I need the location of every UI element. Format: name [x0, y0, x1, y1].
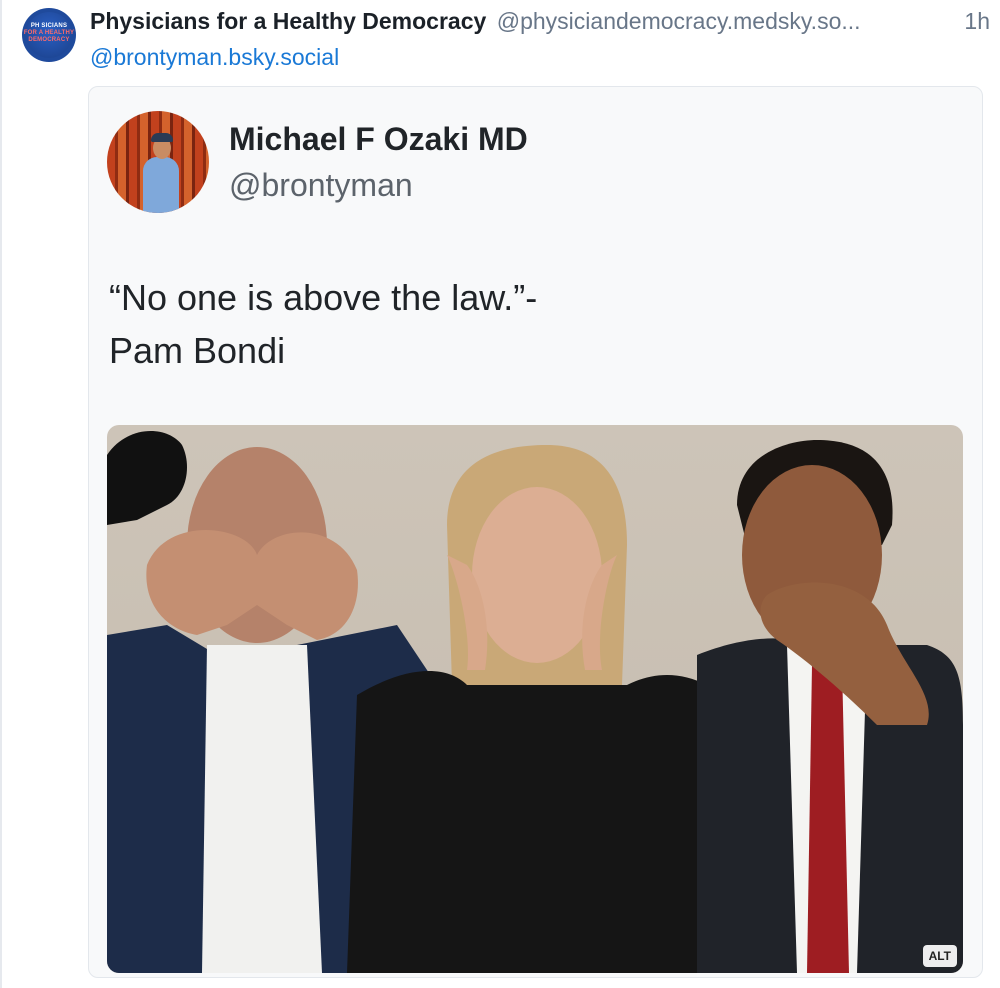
quoted-text-line-1: “No one is above the law.”- [109, 277, 538, 318]
post-timestamp[interactable]: 1h [960, 8, 990, 35]
author-avatar[interactable]: PH SICIANS FOR A HEALTHY DEMOCRACY [22, 8, 76, 62]
background-silhouette [107, 431, 187, 525]
quoted-text-line-2: Pam Bondi [109, 330, 286, 371]
left-man-shirt [202, 645, 322, 973]
post-mention-link[interactable]: @brontyman.bsky.social [90, 44, 339, 71]
avatar-logo-line-1: PH SICIANS [30, 23, 68, 29]
quoted-post-card[interactable]: Michael F Ozaki MD @brontyman “No one is… [88, 86, 983, 978]
alt-text-badge[interactable]: ALT [922, 945, 957, 967]
quoted-author-avatar[interactable] [107, 111, 209, 213]
avatar-logo-text: PH SICIANS FOR A HEALTHY DEMOCRACY [22, 23, 76, 44]
post-image[interactable]: ALT [107, 425, 963, 973]
avatar-logo-line-2: FOR A HEALTHY DEMOCRACY [23, 30, 75, 43]
avatar-person-cap [151, 133, 173, 142]
right-man-tie [807, 665, 849, 973]
author-display-name[interactable]: Physicians for a Healthy Democracy [90, 8, 486, 34]
photo-illustration [107, 431, 963, 973]
author-handle[interactable]: @physiciandemocracy.medsky.so... [497, 8, 861, 34]
post-header: Physicians for a Healthy Democracy @phys… [90, 8, 990, 42]
quoted-author-handle[interactable]: @brontyman [229, 167, 413, 204]
quoted-author-name[interactable]: Michael F Ozaki MD [229, 121, 528, 158]
avatar-person-body [143, 157, 179, 213]
thread-divider [0, 0, 2, 988]
